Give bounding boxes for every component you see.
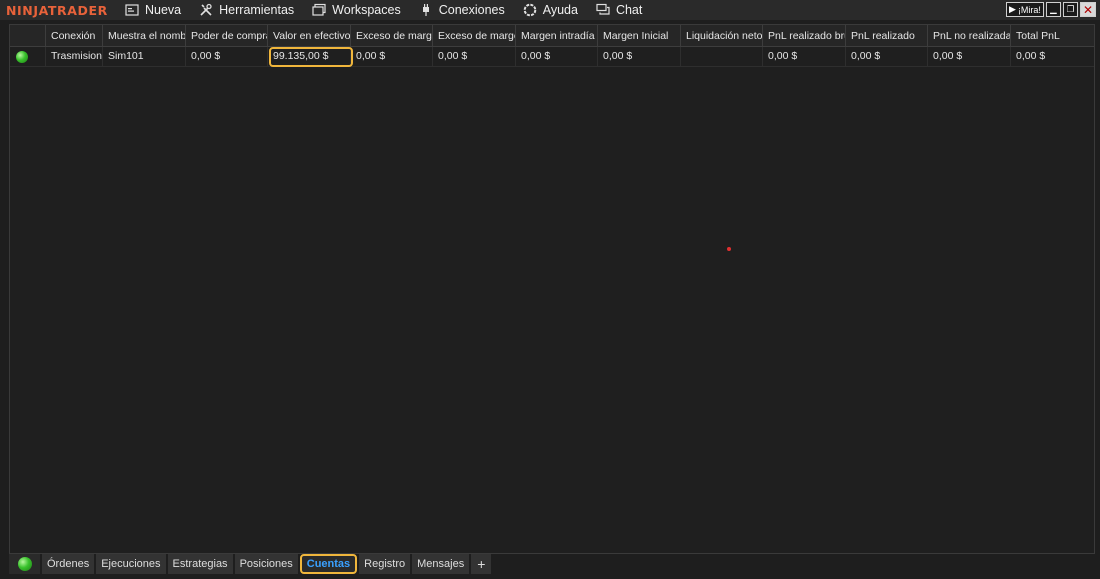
menu-label: Chat	[615, 3, 643, 17]
column-header-total-pnl[interactable]: Total PnL	[1011, 25, 1093, 47]
tools-icon	[200, 3, 212, 16]
cell-liquidacion-neto	[681, 47, 763, 67]
menu-workspaces[interactable]: Workspaces	[303, 0, 410, 20]
accounts-grid: Conexión Muestra el nomb Poder de compra…	[9, 24, 1095, 554]
close-button[interactable]: ✕	[1079, 2, 1096, 17]
status-cell	[10, 47, 46, 67]
cell-conexion: Trasmision	[46, 47, 103, 67]
column-header-status[interactable]	[10, 25, 46, 47]
column-header-pnl-no-realizadas[interactable]: PnL no realizadas	[928, 25, 1011, 47]
cell-total-pnl: 0,00 $	[1016, 50, 1046, 62]
connection-status-tab[interactable]	[9, 554, 40, 574]
cell-exceso-margen-1: 0,00 $	[351, 47, 433, 67]
menu-bar: NINJATRADER Nueva Herramientas Workspace…	[0, 0, 1100, 20]
tab-ordenes[interactable]: Órdenes	[42, 554, 95, 574]
menu-conexiones[interactable]: Conexiones	[410, 0, 514, 20]
cell-nombre: Sim101	[103, 47, 186, 67]
tab-registro[interactable]: Registro	[359, 554, 411, 574]
window-controls: ▶ ¡Mira! ▁ ❐ ✕	[1006, 2, 1096, 17]
restore-button[interactable]: ❐	[1062, 2, 1078, 17]
bottom-tab-bar: Órdenes Ejecuciones Estrategias Posicion…	[9, 554, 1095, 574]
column-header-conexion[interactable]: Conexión	[46, 25, 103, 47]
help-lifebuoy-icon	[523, 3, 537, 17]
menu-herramientas[interactable]: Herramientas	[190, 0, 303, 20]
tab-estrategias[interactable]: Estrategias	[167, 554, 233, 574]
cell-pnl-realizado: 0,00 $	[846, 47, 928, 67]
tab-ejecuciones[interactable]: Ejecuciones	[96, 554, 166, 574]
add-tab-button[interactable]: +	[471, 554, 492, 574]
cell-margen-inicial: 0,00 $	[598, 47, 681, 67]
menu-label: Conexiones	[438, 3, 505, 17]
cursor-marker	[727, 247, 731, 251]
column-header-pnl-realizado-bruto[interactable]: PnL realizado bru	[763, 25, 846, 47]
menu-chat[interactable]: Chat	[587, 0, 651, 20]
column-header-pnl-realizado[interactable]: PnL realizado	[846, 25, 928, 47]
cell-pnl-no-realizadas: 0,00 $	[928, 47, 1011, 67]
column-header-exceso-margen-2[interactable]: Exceso de marge	[433, 25, 516, 47]
connection-status-icon	[17, 557, 32, 571]
chat-icon	[596, 3, 610, 15]
tab-cuentas[interactable]: Cuentas	[299, 554, 358, 574]
column-header-valor-efectivo[interactable]: Valor en efectivo	[268, 25, 351, 47]
workspaces-icon	[312, 3, 326, 16]
grid-header: Conexión Muestra el nomb Poder de compra…	[10, 25, 1094, 47]
cell-pnl-realizado-bruto: 0,00 $	[763, 47, 846, 67]
column-header-margen-intradia[interactable]: Margen intradía	[516, 25, 598, 47]
cash-value-highlight	[269, 47, 353, 67]
tab-posiciones[interactable]: Posiciones	[234, 554, 298, 574]
minimize-icon: ▁	[1050, 4, 1057, 14]
menu-ayuda[interactable]: Ayuda	[514, 0, 587, 20]
menu-label: Herramientas	[219, 3, 295, 17]
menu-label: Workspaces	[332, 3, 401, 17]
watch-video-button[interactable]: ▶ ¡Mira!	[1006, 2, 1044, 17]
column-header-margen-inicial[interactable]: Margen Inicial	[598, 25, 681, 47]
plug-icon	[422, 4, 429, 16]
app-logo: NINJATRADER	[6, 2, 108, 18]
menu-label: Ayuda	[542, 3, 578, 17]
new-window-icon	[125, 4, 139, 16]
column-header-liquidacion-neto[interactable]: Liquidación neto	[681, 25, 763, 47]
cell-margen-intradia: 0,00 $	[516, 47, 598, 67]
column-header-exceso-margen-1[interactable]: Exceso de marge	[351, 25, 433, 47]
cell-poder-compra: 0,00 $	[186, 47, 268, 67]
column-header-poder-compra[interactable]: Poder de compra	[186, 25, 268, 47]
watch-label: ¡Mira!	[1017, 4, 1041, 15]
minimize-button[interactable]: ▁	[1045, 2, 1061, 17]
restore-icon: ❐	[1066, 4, 1075, 14]
close-icon: ✕	[1082, 2, 1093, 17]
tab-mensajes[interactable]: Mensajes	[412, 554, 470, 574]
menu-nueva[interactable]: Nueva	[116, 0, 190, 20]
connection-status-icon	[16, 51, 28, 63]
table-row[interactable]: Trasmision Sim101 0,00 $ 99.135,00 $ 0,0…	[10, 47, 1094, 67]
column-header-nombre[interactable]: Muestra el nomb	[103, 25, 186, 47]
play-icon: ▶	[1009, 4, 1016, 14]
menu-label: Nueva	[145, 3, 182, 17]
cell-exceso-margen-2: 0,00 $	[433, 47, 516, 67]
